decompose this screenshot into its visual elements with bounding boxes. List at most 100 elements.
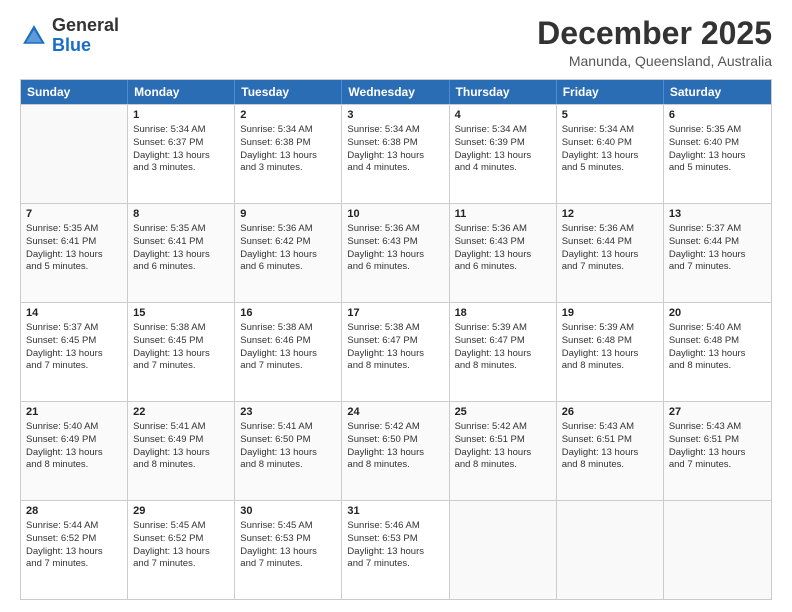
cell-line-3: and 7 minutes. [240,558,336,571]
cal-cell-4-4 [450,501,557,599]
cell-line-1: Sunset: 6:44 PM [669,236,766,249]
cell-line-2: Daylight: 13 hours [240,546,336,559]
cell-line-1: Sunset: 6:52 PM [26,533,122,546]
cell-line-2: Daylight: 13 hours [669,447,766,460]
cell-line-2: Daylight: 13 hours [240,348,336,361]
day-number: 3 [347,108,443,123]
cal-cell-0-1: 1Sunrise: 5:34 AMSunset: 6:37 PMDaylight… [128,105,235,203]
cell-line-1: Sunset: 6:44 PM [562,236,658,249]
cal-cell-3-3: 24Sunrise: 5:42 AMSunset: 6:50 PMDayligh… [342,402,449,500]
day-number: 19 [562,306,658,321]
cell-line-2: Daylight: 13 hours [562,150,658,163]
day-number: 28 [26,504,122,519]
cal-cell-0-0 [21,105,128,203]
header: General Blue December 2025 Manunda, Quee… [20,16,772,69]
cell-line-3: and 6 minutes. [455,261,551,274]
cell-line-3: and 8 minutes. [455,459,551,472]
cell-line-1: Sunset: 6:42 PM [240,236,336,249]
day-number: 22 [133,405,229,420]
cal-cell-2-3: 17Sunrise: 5:38 AMSunset: 6:47 PMDayligh… [342,303,449,401]
calendar-header: Sunday Monday Tuesday Wednesday Thursday… [21,80,771,104]
cell-line-0: Sunrise: 5:46 AM [347,520,443,533]
cell-line-1: Sunset: 6:48 PM [669,335,766,348]
cell-line-3: and 5 minutes. [562,162,658,175]
cal-cell-0-3: 3Sunrise: 5:34 AMSunset: 6:38 PMDaylight… [342,105,449,203]
cell-line-2: Daylight: 13 hours [347,546,443,559]
day-number: 2 [240,108,336,123]
header-thursday: Thursday [450,80,557,104]
cell-line-0: Sunrise: 5:34 AM [133,124,229,137]
cell-line-0: Sunrise: 5:34 AM [455,124,551,137]
day-number: 29 [133,504,229,519]
cal-cell-1-2: 9Sunrise: 5:36 AMSunset: 6:42 PMDaylight… [235,204,342,302]
cal-cell-1-1: 8Sunrise: 5:35 AMSunset: 6:41 PMDaylight… [128,204,235,302]
cell-line-0: Sunrise: 5:35 AM [669,124,766,137]
cal-cell-0-6: 6Sunrise: 5:35 AMSunset: 6:40 PMDaylight… [664,105,771,203]
cell-line-3: and 7 minutes. [240,360,336,373]
cell-line-0: Sunrise: 5:36 AM [240,223,336,236]
cell-line-0: Sunrise: 5:43 AM [669,421,766,434]
cell-line-2: Daylight: 13 hours [562,447,658,460]
cell-line-3: and 8 minutes. [133,459,229,472]
cell-line-2: Daylight: 13 hours [133,348,229,361]
cell-line-1: Sunset: 6:52 PM [133,533,229,546]
cell-line-3: and 5 minutes. [26,261,122,274]
cell-line-1: Sunset: 6:45 PM [133,335,229,348]
cell-line-1: Sunset: 6:41 PM [133,236,229,249]
calendar: Sunday Monday Tuesday Wednesday Thursday… [20,79,772,600]
cell-line-3: and 7 minutes. [26,360,122,373]
cell-line-2: Daylight: 13 hours [133,447,229,460]
logo: General Blue [20,16,119,56]
cell-line-0: Sunrise: 5:36 AM [562,223,658,236]
title-block: December 2025 Manunda, Queensland, Austr… [537,16,772,69]
logo-text: General Blue [52,16,119,56]
day-number: 10 [347,207,443,222]
calendar-row-2: 14Sunrise: 5:37 AMSunset: 6:45 PMDayligh… [21,302,771,401]
cell-line-0: Sunrise: 5:36 AM [455,223,551,236]
day-number: 24 [347,405,443,420]
cell-line-2: Daylight: 13 hours [455,150,551,163]
cell-line-0: Sunrise: 5:42 AM [347,421,443,434]
cell-line-3: and 6 minutes. [240,261,336,274]
day-number: 15 [133,306,229,321]
cell-line-2: Daylight: 13 hours [562,348,658,361]
cell-line-2: Daylight: 13 hours [455,348,551,361]
day-number: 6 [669,108,766,123]
cell-line-3: and 3 minutes. [133,162,229,175]
calendar-row-0: 1Sunrise: 5:34 AMSunset: 6:37 PMDaylight… [21,104,771,203]
day-number: 30 [240,504,336,519]
cell-line-1: Sunset: 6:39 PM [455,137,551,150]
cell-line-3: and 7 minutes. [26,558,122,571]
day-number: 13 [669,207,766,222]
cell-line-3: and 4 minutes. [347,162,443,175]
cell-line-0: Sunrise: 5:41 AM [240,421,336,434]
cell-line-1: Sunset: 6:53 PM [240,533,336,546]
cal-cell-2-6: 20Sunrise: 5:40 AMSunset: 6:48 PMDayligh… [664,303,771,401]
cell-line-1: Sunset: 6:47 PM [455,335,551,348]
cal-cell-4-6 [664,501,771,599]
cell-line-2: Daylight: 13 hours [669,150,766,163]
cell-line-3: and 3 minutes. [240,162,336,175]
cell-line-0: Sunrise: 5:40 AM [669,322,766,335]
cell-line-2: Daylight: 13 hours [240,249,336,262]
cell-line-0: Sunrise: 5:45 AM [240,520,336,533]
cell-line-1: Sunset: 6:37 PM [133,137,229,150]
cell-line-2: Daylight: 13 hours [26,447,122,460]
cal-cell-2-4: 18Sunrise: 5:39 AMSunset: 6:47 PMDayligh… [450,303,557,401]
cell-line-2: Daylight: 13 hours [347,249,443,262]
cell-line-1: Sunset: 6:43 PM [455,236,551,249]
logo-general-text: General [52,15,119,35]
cell-line-2: Daylight: 13 hours [669,249,766,262]
cal-cell-4-0: 28Sunrise: 5:44 AMSunset: 6:52 PMDayligh… [21,501,128,599]
cell-line-3: and 8 minutes. [562,459,658,472]
cal-cell-2-0: 14Sunrise: 5:37 AMSunset: 6:45 PMDayligh… [21,303,128,401]
cell-line-1: Sunset: 6:50 PM [347,434,443,447]
day-number: 25 [455,405,551,420]
header-tuesday: Tuesday [235,80,342,104]
cell-line-2: Daylight: 13 hours [347,447,443,460]
cell-line-1: Sunset: 6:50 PM [240,434,336,447]
day-number: 8 [133,207,229,222]
cell-line-3: and 5 minutes. [669,162,766,175]
cal-cell-1-6: 13Sunrise: 5:37 AMSunset: 6:44 PMDayligh… [664,204,771,302]
cell-line-0: Sunrise: 5:37 AM [26,322,122,335]
